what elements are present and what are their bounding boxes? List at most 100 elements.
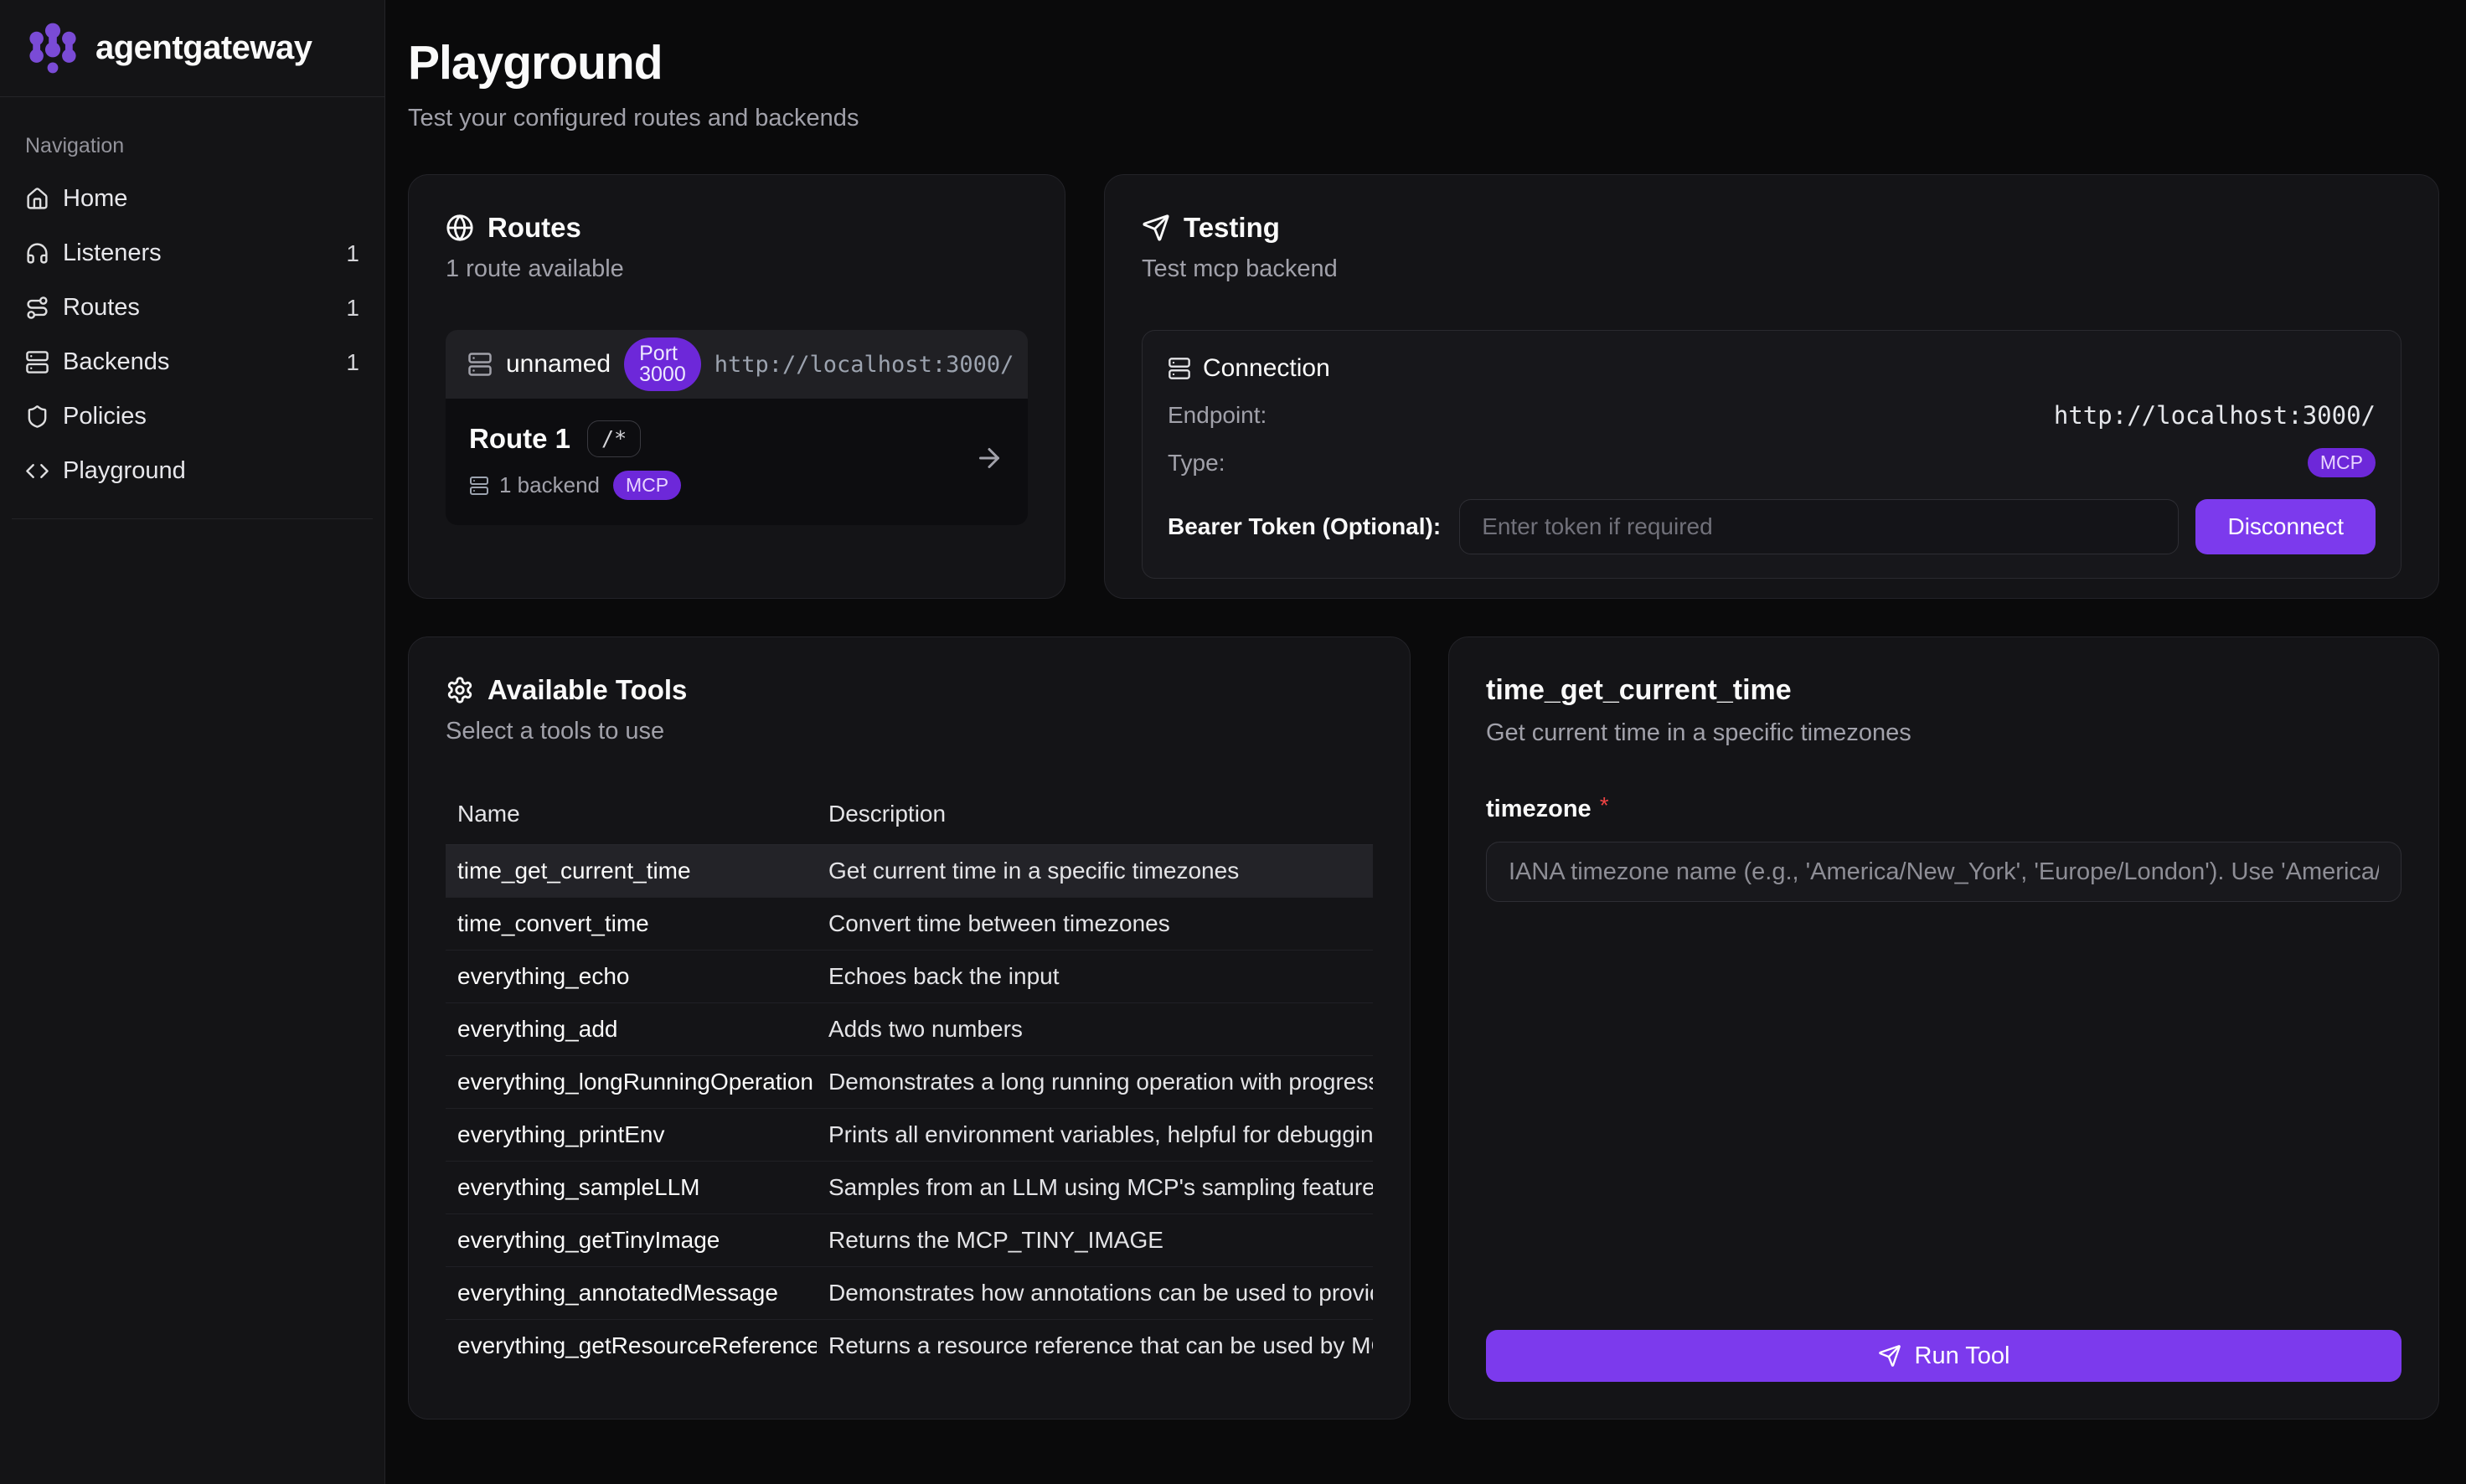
- type-mcp-badge: MCP: [2308, 448, 2376, 477]
- main-content: Playground Test your configured routes a…: [385, 0, 2466, 1484]
- arrow-right-icon: [974, 443, 1004, 477]
- sidebar-item-policies[interactable]: Policies: [0, 389, 384, 444]
- panel-spacer: [1486, 902, 2402, 1330]
- timezone-input[interactable]: [1486, 842, 2402, 902]
- run-tool-button[interactable]: Run Tool: [1486, 1330, 2402, 1382]
- routes-card: Routes 1 route available unnamed Port 30…: [408, 174, 1065, 599]
- run-tool-label: Run Tool: [1915, 1342, 2010, 1370]
- sidebar-item-listeners[interactable]: Listeners 1: [0, 226, 384, 281]
- type-row: Type: MCP: [1168, 448, 2376, 477]
- routes-card-title: Routes: [488, 212, 581, 244]
- port-badge: Port 3000: [624, 338, 701, 391]
- sidebar-item-badge: 1: [346, 240, 359, 267]
- server-icon: [1168, 357, 1191, 380]
- tool-description: Returns the MCP_TINY_IMAGE: [817, 1214, 1373, 1267]
- timezone-field-label-row: timezone *: [1486, 796, 2402, 823]
- tool-description: Demonstrates a long running operation wi…: [817, 1056, 1373, 1109]
- tools-card-subtitle: Select a tools to use: [446, 718, 1373, 745]
- table-row[interactable]: everything_getResourceReference Returns …: [446, 1320, 1373, 1373]
- tool-name: time_convert_time: [446, 898, 817, 951]
- sidebar-item-label: Backends: [63, 348, 333, 376]
- app-root: agentgateway Navigation Home Listeners 1…: [0, 0, 2466, 1484]
- sidebar-item-label: Playground: [63, 457, 346, 485]
- tools-table-header-row: Name Description: [446, 789, 1373, 845]
- server-icon: [25, 350, 49, 374]
- tool-description: Adds two numbers: [817, 1003, 1373, 1056]
- brand[interactable]: agentgateway: [0, 0, 384, 97]
- tool-name: everything_printEnv: [446, 1109, 817, 1162]
- tool-name: everything_add: [446, 1003, 817, 1056]
- testing-card-title: Testing: [1184, 212, 1280, 244]
- route-info: Route 1 /* 1 backend MCP: [469, 420, 681, 500]
- tools-table: Name Description time_get_current_time G…: [446, 789, 1373, 1372]
- page-subtitle: Test your configured routes and backends: [408, 105, 2439, 132]
- route-row[interactable]: Route 1 /* 1 backend MCP: [446, 399, 1028, 525]
- connection-title: Connection: [1203, 354, 1330, 383]
- table-row[interactable]: time_get_current_time Get current time i…: [446, 845, 1373, 898]
- sidebar-item-home[interactable]: Home: [0, 172, 384, 226]
- routes-card-header: Routes: [446, 212, 1028, 244]
- sidebar-item-badge: 1: [346, 295, 359, 322]
- tool-panel-title: time_get_current_time: [1486, 674, 2402, 707]
- headphones-icon: [25, 241, 49, 265]
- available-tools-card: Available Tools Select a tools to use Na…: [408, 636, 1411, 1420]
- endpoint-row: Endpoint: http://localhost:3000/: [1168, 401, 2376, 430]
- tool-panel-subtitle: Get current time in a specific timezones: [1486, 719, 2402, 747]
- sidebar-item-playground[interactable]: Playground: [0, 444, 384, 498]
- route-name: Route 1: [469, 423, 570, 455]
- nav-section-label: Navigation: [25, 134, 359, 158]
- tool-description: Samples from an LLM using MCP's sampling…: [817, 1162, 1373, 1214]
- agentgateway-logo-icon: [25, 22, 80, 75]
- sidebar-item-routes[interactable]: Routes 1: [0, 281, 384, 335]
- table-row[interactable]: everything_sampleLLM Samples from an LLM…: [446, 1162, 1373, 1214]
- shield-icon: [25, 404, 49, 429]
- tool-description: Convert time between timezones: [817, 898, 1373, 951]
- listener-url: http://localhost:3000/: [715, 352, 1014, 378]
- tool-name: everything_longRunningOperation: [446, 1056, 817, 1109]
- connection-box: Connection Endpoint: http://localhost:30…: [1142, 330, 2402, 579]
- testing-card-header: Testing: [1142, 212, 2402, 244]
- send-icon: [1142, 214, 1170, 242]
- sidebar-item-label: Routes: [63, 294, 333, 322]
- table-row[interactable]: everything_echo Echoes back the input: [446, 951, 1373, 1003]
- server-icon: [467, 352, 493, 377]
- sidebar-divider: [12, 518, 373, 519]
- table-row[interactable]: everything_add Adds two numbers: [446, 1003, 1373, 1056]
- endpoint-label: Endpoint:: [1168, 402, 1267, 429]
- server-icon: [469, 476, 489, 496]
- sidebar-item-label: Listeners: [63, 240, 333, 267]
- tool-description: Prints all environment variables, helpfu…: [817, 1109, 1373, 1162]
- column-header-name: Name: [446, 789, 817, 845]
- type-label: Type:: [1168, 450, 1225, 477]
- table-row[interactable]: everything_getTinyImage Returns the MCP_…: [446, 1214, 1373, 1267]
- table-row[interactable]: everything_longRunningOperation Demonstr…: [446, 1056, 1373, 1109]
- listener-row: unnamed Port 3000 http://localhost:3000/: [446, 330, 1028, 399]
- route-icon: [25, 296, 49, 320]
- tool-description: Echoes back the input: [817, 951, 1373, 1003]
- listener-name: unnamed: [506, 350, 611, 379]
- globe-icon: [446, 214, 474, 242]
- tool-runner-panel: time_get_current_time Get current time i…: [1448, 636, 2439, 1420]
- tool-name: everything_echo: [446, 951, 817, 1003]
- table-row[interactable]: time_convert_time Convert time between t…: [446, 898, 1373, 951]
- tool-name: everything_annotatedMessage: [446, 1267, 817, 1320]
- code-icon: [25, 459, 49, 483]
- tools-card-header: Available Tools: [446, 674, 1373, 706]
- timezone-field-label: timezone: [1486, 796, 1592, 823]
- testing-card: Testing Test mcp backend Connection Endp…: [1104, 174, 2439, 599]
- tool-name: time_get_current_time: [446, 845, 817, 898]
- sidebar-item-badge: 1: [346, 349, 359, 376]
- bearer-token-input[interactable]: [1459, 499, 2179, 554]
- tool-description: Returns a resource reference that can be…: [817, 1320, 1373, 1373]
- tool-description: Demonstrates how annotations can be used…: [817, 1267, 1373, 1320]
- column-header-description: Description: [817, 789, 1373, 845]
- send-icon: [1878, 1344, 1901, 1368]
- required-asterisk: *: [1600, 792, 1609, 819]
- listener-group: unnamed Port 3000 http://localhost:3000/…: [446, 330, 1028, 525]
- tools-card-title: Available Tools: [488, 674, 687, 706]
- brand-name: agentgateway: [95, 29, 312, 67]
- table-row[interactable]: everything_annotatedMessage Demonstrates…: [446, 1267, 1373, 1320]
- table-row[interactable]: everything_printEnv Prints all environme…: [446, 1109, 1373, 1162]
- sidebar-item-backends[interactable]: Backends 1: [0, 335, 384, 389]
- disconnect-button[interactable]: Disconnect: [2195, 499, 2376, 554]
